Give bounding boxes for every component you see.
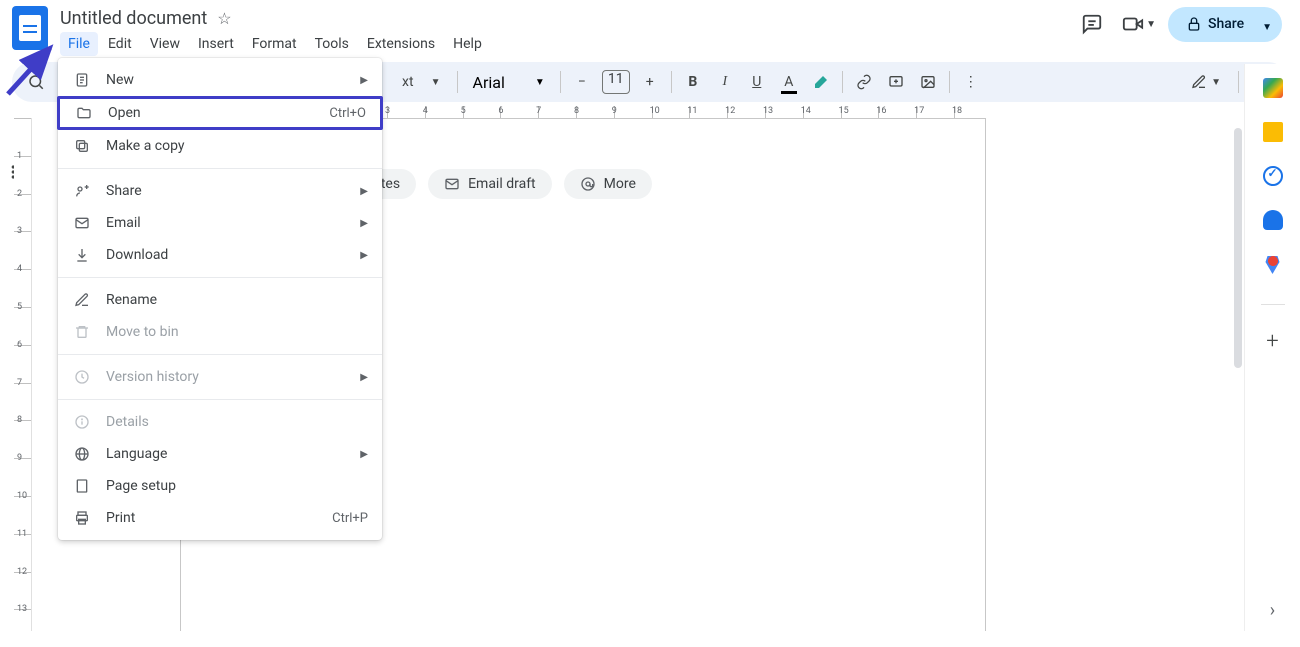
print-icon (72, 510, 92, 526)
file-menu-email[interactable]: Email▶ (58, 207, 382, 239)
underline-button[interactable]: U (743, 68, 771, 96)
insert-link-button[interactable] (850, 68, 878, 96)
font-name: Arial (473, 73, 505, 92)
insert-image-button[interactable] (914, 68, 942, 96)
download-icon (72, 247, 92, 263)
star-icon[interactable]: ☆ (217, 9, 231, 28)
menubar-tools[interactable]: Tools (307, 32, 357, 56)
chevron-down-icon: ▼ (535, 77, 545, 88)
menubar-insert[interactable]: Insert (190, 32, 242, 56)
bold-button[interactable]: B (679, 68, 707, 96)
doc-icon (72, 72, 92, 88)
page-icon (72, 478, 92, 494)
history-icon (72, 369, 92, 385)
menubar-format[interactable]: Format (244, 32, 305, 56)
file-menu-language[interactable]: Language▶ (58, 438, 382, 470)
file-menu-share[interactable]: Share▶ (58, 175, 382, 207)
chevron-down-icon[interactable]: ▼ (422, 68, 450, 96)
mail-icon (72, 215, 92, 231)
decrease-font-size[interactable]: − (568, 68, 596, 96)
file-menu-move-to-bin: Move to bin (58, 316, 382, 348)
menubar-edit[interactable]: Edit (100, 32, 140, 56)
calendar-app-icon[interactable] (1263, 78, 1283, 98)
trash-icon (72, 324, 92, 340)
highlight-button[interactable] (807, 68, 835, 96)
vertical-ruler[interactable]: 12345678910111213 (14, 118, 32, 631)
font-selector[interactable]: Arial ▼ (465, 73, 553, 92)
side-panel: ✓ + › (1244, 64, 1300, 631)
share-icon (72, 183, 92, 199)
maps-app-icon[interactable] (1263, 254, 1283, 274)
scrollbar-thumb[interactable] (1234, 128, 1242, 368)
text-color-button[interactable]: A (775, 68, 803, 96)
at-icon (580, 176, 596, 192)
chip-more[interactable]: More (564, 169, 652, 199)
rename-icon (72, 292, 92, 308)
tasks-app-icon[interactable]: ✓ (1263, 166, 1283, 186)
mail-icon (444, 176, 460, 192)
file-menu-print[interactable]: PrintCtrl+P (58, 502, 382, 534)
add-comment-button[interactable] (882, 68, 910, 96)
file-menu-dropdown: New▶OpenCtrl+OMake a copy Share▶Email▶Dow… (58, 58, 382, 540)
file-menu-page-setup[interactable]: Page setup (58, 470, 382, 502)
comment-history-icon[interactable] (1074, 6, 1110, 42)
file-menu-make-a-copy[interactable]: Make a copy (58, 130, 382, 162)
menubar-file[interactable]: File (60, 32, 98, 56)
file-menu-download[interactable]: Download▶ (58, 239, 382, 271)
chevron-down-icon: ▼ (1146, 19, 1156, 30)
share-label: Share (1208, 16, 1244, 32)
file-menu-rename[interactable]: Rename (58, 284, 382, 316)
file-menu-open[interactable]: OpenCtrl+O (57, 96, 383, 130)
paragraph-style-label[interactable]: xt (398, 74, 418, 90)
menubar-extensions[interactable]: Extensions (359, 32, 443, 56)
copy-icon (72, 138, 92, 154)
search-menus-icon[interactable] (22, 68, 50, 96)
more-tools-icon[interactable]: ⋮ (957, 68, 985, 96)
header: Untitled document ☆ FileEditViewInsertFo… (0, 0, 1300, 58)
hide-side-panel-icon[interactable]: › (1270, 600, 1275, 621)
share-button[interactable]: Share (1168, 7, 1262, 42)
globe-icon (72, 446, 92, 462)
info-icon (72, 414, 92, 430)
menubar-view[interactable]: View (142, 32, 188, 56)
file-menu-new[interactable]: New▶ (58, 64, 382, 96)
menubar-help[interactable]: Help (445, 32, 490, 56)
share-dropdown[interactable]: ▼ (1252, 7, 1282, 42)
editing-mode-button[interactable]: ▼ (1185, 68, 1227, 96)
chip-email-draft[interactable]: Email draft (428, 169, 552, 199)
file-menu-details: Details (58, 406, 382, 438)
file-menu-version-history: Version history▶ (58, 361, 382, 393)
folder-icon (74, 105, 94, 121)
keep-app-icon[interactable] (1263, 122, 1283, 142)
italic-button[interactable]: I (711, 68, 739, 96)
contacts-app-icon[interactable] (1263, 210, 1283, 230)
document-title[interactable]: Untitled document (60, 8, 207, 29)
menubar: FileEditViewInsertFormatToolsExtensionsH… (60, 32, 490, 56)
increase-font-size[interactable]: + (636, 68, 664, 96)
docs-logo[interactable] (12, 6, 48, 50)
add-addon-icon[interactable]: + (1266, 329, 1278, 354)
meet-button[interactable]: ▼ (1122, 13, 1156, 35)
font-size-input[interactable]: 11 (602, 70, 630, 94)
